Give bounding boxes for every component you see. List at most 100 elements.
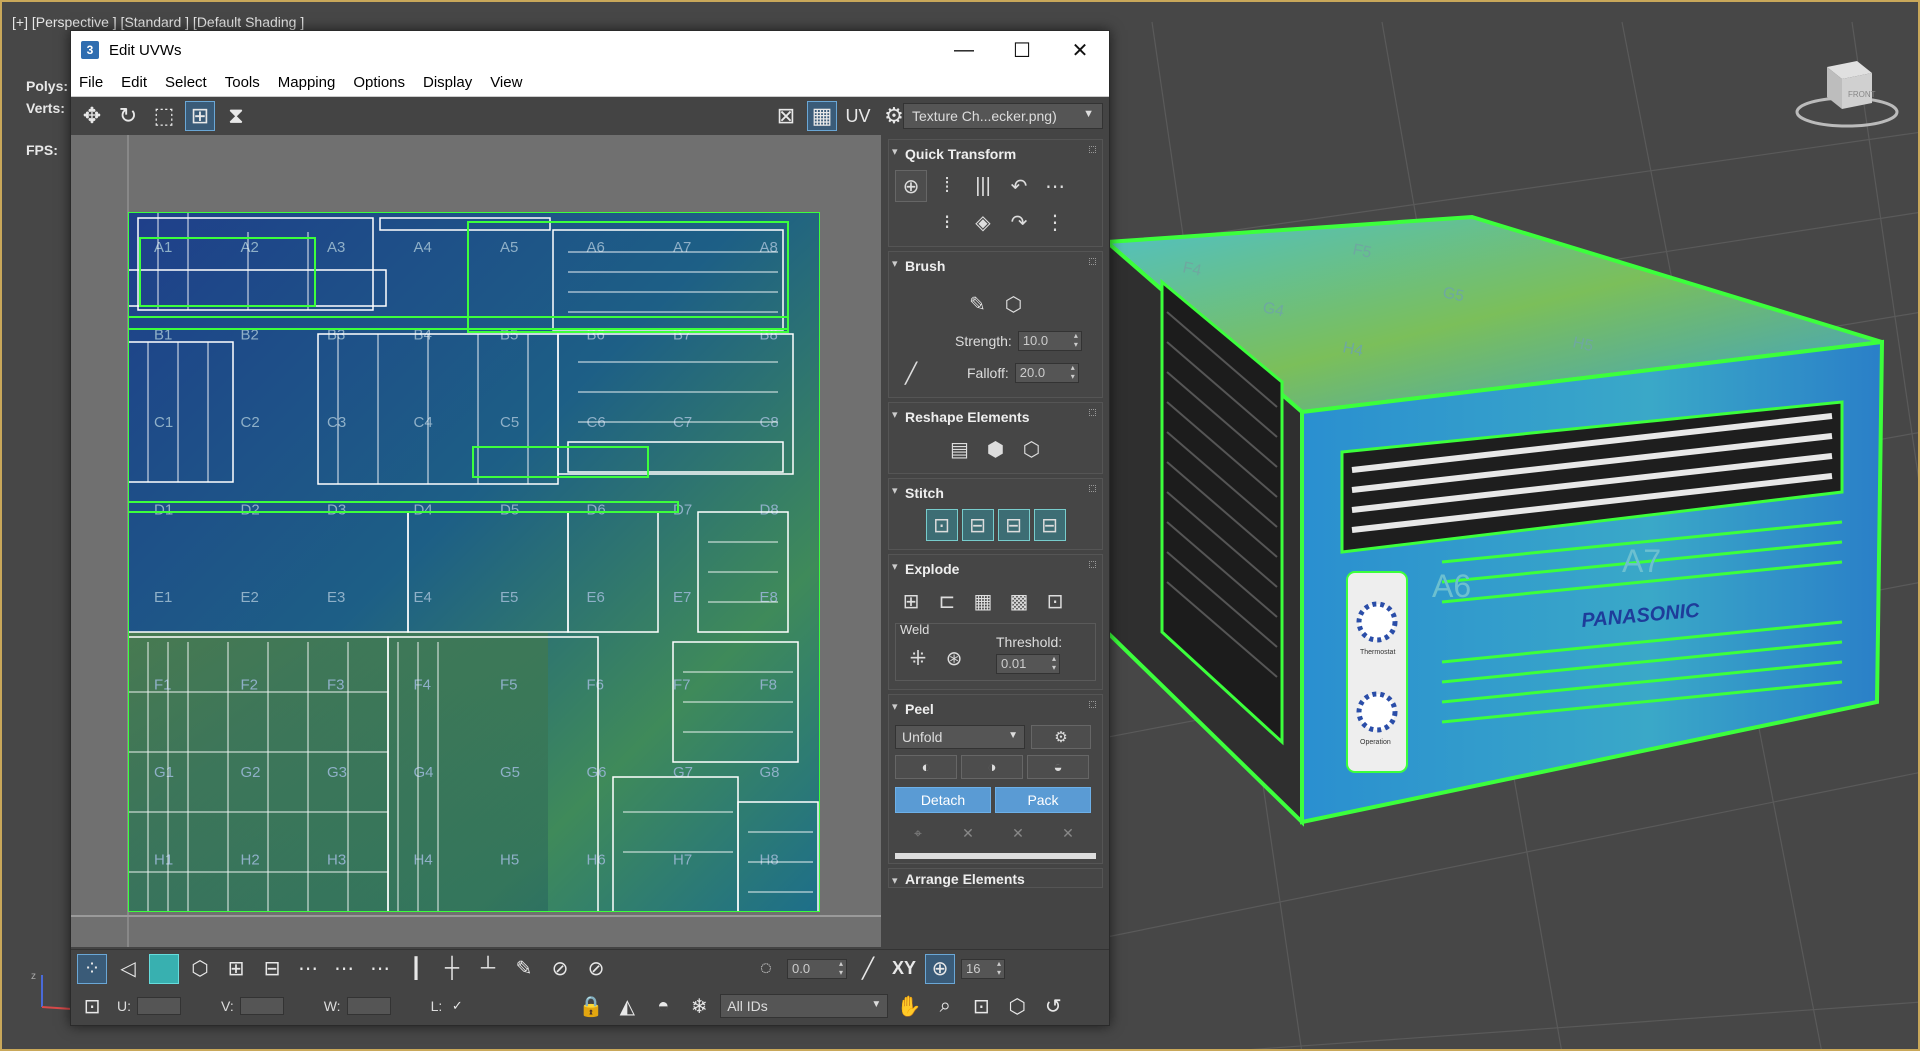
brush-stroke-icon[interactable]: ╱ [895,357,927,389]
texture-dropdown[interactable]: Texture Ch...ecker.png) ▼ [903,103,1103,129]
paint-move-icon[interactable]: ✎ [962,288,994,320]
loop-shrink-icon[interactable]: ⋯ [365,954,395,984]
l-checkbox[interactable]: ✓ [448,991,466,1021]
close-button[interactable]: ✕ [1051,31,1109,69]
edit-uvws-window[interactable]: 3 Edit UVWs — ☐ ✕ File Edit Select Tools… [70,30,1110,1026]
unpin-icon[interactable]: ✕ [945,821,991,845]
vertex-select-icon[interactable]: ⁘ [77,953,107,984]
scale-icon[interactable]: ⬚ [149,101,179,131]
rotate-ccw-icon[interactable]: ↶ [1003,170,1035,202]
flatten-icon[interactable]: ▦ [967,585,999,617]
straighten-icon[interactable]: ◈ [967,206,999,238]
relax-settings-icon[interactable]: ⬡ [1016,433,1048,465]
pin-edges-icon[interactable]: ✕ [995,821,1041,845]
menu-view[interactable]: View [490,74,522,91]
grid-count-value[interactable]: 16 [961,958,1005,979]
grid-snap-icon[interactable]: ⊕ [925,953,955,984]
lock-icon[interactable]: 🔒 [576,991,606,1021]
align-to-edge-icon[interactable]: ⁝ [931,206,963,238]
rollout-grip-icon[interactable] [1089,409,1096,416]
stitch-title[interactable]: Stitch [889,479,1102,507]
show-icon[interactable]: ◓ [648,991,678,1021]
rotate-icon[interactable]: ↻ [113,101,143,131]
peel-settings-icon[interactable]: ⚙ [1031,725,1091,749]
rollout-grip-icon[interactable] [1089,258,1096,265]
set-pivot-icon[interactable]: ⊕ [895,170,927,202]
hide-icon[interactable]: ◭ [612,991,642,1021]
pack-button[interactable]: Pack [995,787,1091,813]
stitch-average-icon[interactable]: ⊟ [997,509,1030,541]
loop-select-icon[interactable]: ⋯ [293,954,323,984]
viewport-label[interactable]: [+] [Perspective ] [Standard ] [Default … [12,14,304,30]
ring-grow-icon[interactable]: ┼ [437,954,467,984]
absolute-offset-icon[interactable]: ⊡ [77,991,107,1021]
pin-icon[interactable]: ⌖ [895,821,941,845]
align-horizontal-icon[interactable]: ⁞ [931,170,963,202]
freeform-icon[interactable]: ⊞ [185,101,215,131]
loop-grow-icon[interactable]: ⋯ [329,954,359,984]
detach-button[interactable]: Detach [895,787,991,813]
xy-space-toggle[interactable]: XY [889,954,919,984]
minimize-button[interactable]: — [935,31,993,69]
stitch-custom-icon[interactable]: ⊡ [925,509,958,541]
peel-mode-dropdown[interactable]: Unfold ▼ [895,725,1025,749]
v-field[interactable] [239,997,284,1015]
space-vertical-icon[interactable]: ⋮ [1039,206,1071,238]
detach-edge-icon[interactable]: ⊏ [931,585,963,617]
element-select-icon[interactable]: ⬡ [185,954,215,984]
relax-icon[interactable]: ⬢ [980,433,1012,465]
weld-all-icon[interactable]: ⊛ [938,642,970,674]
peel-title[interactable]: Peel [889,695,1102,723]
peel-mode-icon[interactable]: ◑ [961,755,1023,779]
panel-scrollbar[interactable] [895,853,1096,859]
strength-spinner[interactable]: 10.0 [1017,331,1082,351]
break-icon[interactable]: ⊞ [895,585,927,617]
brush-title[interactable]: Brush [889,252,1102,280]
pan-icon[interactable]: ✋ [894,991,924,1021]
menu-edit[interactable]: Edit [121,74,147,91]
stitch-to-target-icon[interactable]: ⊟ [961,509,994,541]
air-conditioner-model[interactable]: F4 F5 G4 G5 H4 H5 Thermostat Operation A… [1102,202,1902,842]
rollout-grip-icon[interactable] [1089,701,1096,708]
threshold-spinner[interactable]: 0.01 [996,654,1060,674]
paint-select-icon[interactable]: ✎ [509,954,539,984]
paint-grow-icon[interactable]: ⊘ [545,954,575,984]
flatten-by-smoothing-icon[interactable]: ▩ [1003,585,1035,617]
flatten-by-material-icon[interactable]: ⊡ [1039,585,1071,617]
menu-tools[interactable]: Tools [225,74,260,91]
face-select-icon[interactable] [149,953,179,984]
reshape-title[interactable]: Reshape Elements [889,403,1102,431]
w-field[interactable] [346,997,391,1015]
move-icon[interactable]: ✥ [77,101,107,131]
soft-select-value[interactable]: 0.0 [787,958,847,979]
stitch-to-source-icon[interactable]: ⊟ [1033,509,1066,541]
relax-brush-icon[interactable]: ⬡ [998,288,1030,320]
falloff-curve-icon[interactable]: ╱ [853,954,883,984]
zoom-icon[interactable]: ⌕ [930,991,960,1021]
explode-title[interactable]: Explode [889,555,1102,583]
auto-pin-icon[interactable]: ✕ [1045,821,1091,845]
show-map-icon[interactable]: ⊠ [771,101,801,131]
arrange-title[interactable]: Arrange Elements [889,869,1102,893]
rotate-cw-icon[interactable]: ↷ [1003,206,1035,238]
uv-editor-canvas[interactable]: A1 A2 A3 A4 A5 A6 A7 A8 B1 B2 B3 B4 B5 B6 B7 B8 C1 C2 C3 C4… [71,135,881,947]
checker-icon[interactable]: ▦ [807,101,837,131]
rollout-grip-icon[interactable] [1089,561,1096,568]
rollout-grip-icon[interactable] [1089,485,1096,492]
material-id-dropdown[interactable]: All IDs ▼ [720,994,889,1018]
paint-shrink-icon[interactable]: ⊘ [581,954,611,984]
uv-toggle[interactable]: UV [843,101,873,131]
menu-select[interactable]: Select [165,74,207,91]
reset-view-icon[interactable]: ↺ [1038,991,1068,1021]
menu-display[interactable]: Display [423,74,472,91]
edge-select-icon[interactable]: ◁ [113,954,143,984]
weld-selected-icon[interactable]: ⁜ [902,642,934,674]
quick-transform-title[interactable]: Quick Transform [889,140,1102,168]
menu-options[interactable]: Options [353,74,405,91]
zoom-extents-icon[interactable]: ⬡ [1002,991,1032,1021]
straighten-selection-icon[interactable]: ▤ [944,433,976,465]
mirror-icon[interactable]: ⧗ [221,101,251,131]
ring-select-icon[interactable]: ┃ [401,954,431,984]
grow-select-icon[interactable]: ⊞ [221,954,251,984]
viewcube-icon[interactable]: FRONT [1792,47,1902,137]
